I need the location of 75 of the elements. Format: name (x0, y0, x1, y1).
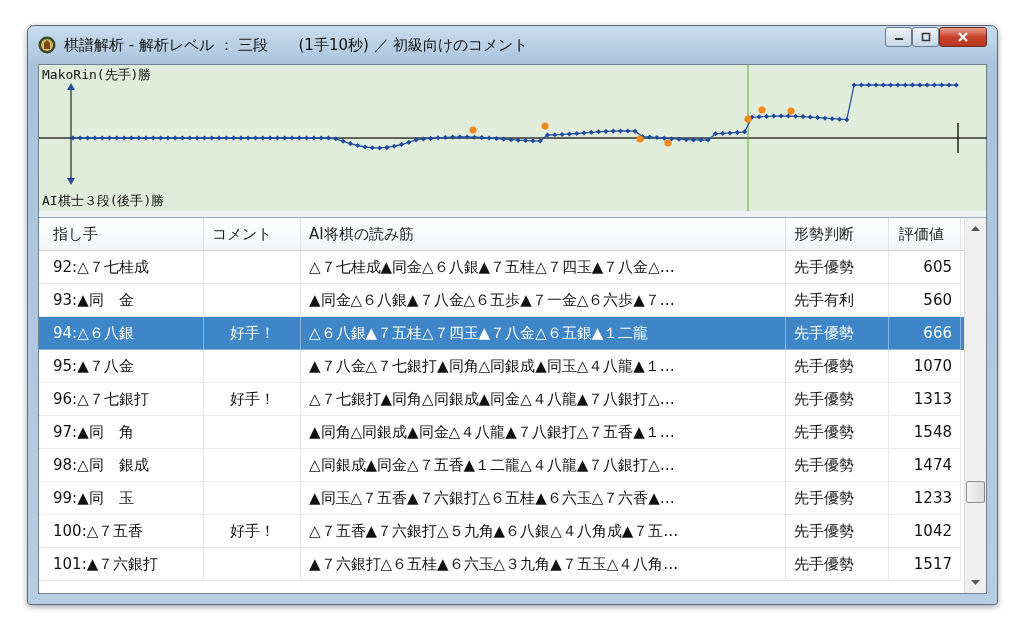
double-arrow-icon (67, 83, 75, 185)
table-cell: △７七銀打▲同角△同銀成▲同金△４八龍▲７八銀打△… (301, 383, 786, 416)
good-move-marker (787, 107, 795, 115)
good-move-marker (664, 139, 672, 147)
table-cell: △６八銀▲７五桂△７四玉▲７八金△６五銀▲１二龍 (301, 317, 786, 350)
table-cell: 1313 (889, 383, 961, 416)
window-title: 棋譜解析 - 解析レベル ： 三段 (1手10秒) ／ 初級向けのコメント (64, 35, 530, 55)
column-header[interactable]: コメント (204, 218, 301, 250)
maximize-button[interactable] (912, 27, 939, 47)
table-cell: 先手優勢 (786, 350, 889, 383)
table-cell: 好手！ (204, 317, 301, 350)
good-move-marker (541, 122, 549, 130)
column-header[interactable]: 形勢判断 (786, 218, 889, 250)
table-cell: ▲同玉△７五香▲７六銀打△６五桂▲６六玉△７六香▲… (301, 482, 786, 515)
table-cell: 1474 (889, 449, 961, 482)
good-move-marker (758, 106, 766, 114)
table-cell: 96:△７七銀打 (39, 383, 204, 416)
table-cell: 先手優勢 (786, 482, 889, 515)
table-cell: ▲７八金△７七銀打▲同角△同銀成▲同玉△４八龍▲１… (301, 350, 786, 383)
app-icon (38, 36, 56, 54)
table-cell: 先手優勢 (786, 449, 889, 482)
table-cell: △７五香▲７六銀打△５九角▲６八銀△４八角成▲７五… (301, 515, 786, 548)
graph-label: AI棋士３段(後手)勝 (42, 192, 165, 210)
table-cell: 98:△同 銀成 (39, 449, 204, 482)
scrollbar-thumb[interactable] (966, 481, 985, 503)
table-cell: 1233 (889, 482, 961, 515)
good-move-marker (636, 135, 644, 143)
maximize-icon (919, 32, 932, 42)
table-cell: 101:▲７六銀打 (39, 548, 204, 581)
column-header[interactable]: AI将棋の読み筋 (301, 218, 786, 250)
scroll-down-icon[interactable] (971, 580, 980, 585)
table-cell: 92:△７七桂成 (39, 251, 204, 284)
graph-label: MakoRin(先手)勝 (42, 66, 152, 84)
table-cell: 97:▲同 角 (39, 416, 204, 449)
table-cell: 666 (889, 317, 961, 350)
table-row[interactable]: 99:▲同 玉 ▲同玉△７五香▲７六銀打△６五桂▲６六玉△７六香▲… 先手優勢 1233 (39, 482, 964, 515)
table-row[interactable]: 96:△７七銀打 好手！ △７七銀打▲同角△同銀成▲同金△４八龍▲７八銀打△… 先手優勢 1313 (39, 383, 964, 416)
table-cell: △同銀成▲同金△７五香▲１二龍△４八龍▲７八銀打△… (301, 449, 786, 482)
table-cell: 先手優勢 (786, 416, 889, 449)
table-cell: ▲７六銀打△６五桂▲６六玉△３九角▲７五玉△４八角… (301, 548, 786, 581)
table-row[interactable]: 97:▲同 角 ▲同角△同銀成▲同金△４八龍▲７八銀打△７五香▲１… 先手優勢 1548 (39, 416, 964, 449)
selected-row[interactable]: 94:△６八銀 好手！ △６八銀▲７五桂△７四玉▲７八金△６五銀▲１二龍 先手優勢 666 (39, 317, 964, 350)
table-cell: 1548 (889, 416, 961, 449)
table-cell: 好手！ (204, 515, 301, 548)
end-tick (957, 122, 959, 154)
table-row[interactable]: 95:▲７八金 ▲７八金△７七銀打▲同角△同銀成▲同玉△４八龍▲１… 先手優勢 1070 (39, 350, 964, 383)
close-button[interactable] (939, 27, 987, 47)
table-row[interactable]: 98:△同 銀成 △同銀成▲同金△７五香▲１二龍△４八龍▲７八銀打△… 先手優勢 1474 (39, 449, 964, 482)
minimize-button[interactable] (885, 27, 912, 47)
table-cell: 先手優勢 (786, 383, 889, 416)
table-cell: 好手！ (204, 383, 301, 416)
table-cell: 94:△６八銀 (39, 317, 204, 350)
table-cell: 先手優勢 (786, 317, 889, 350)
table-cell: 1517 (889, 548, 961, 581)
table-cell: ▲同角△同銀成▲同金△４八龍▲７八銀打△７五香▲１… (301, 416, 786, 449)
table-cell: 100:△７五香 (39, 515, 204, 548)
close-icon (956, 31, 970, 43)
table-cell: 先手優勢 (786, 515, 889, 548)
table-cell: 先手優勢 (786, 548, 889, 581)
table-row[interactable]: 92:△７七桂成 △７七桂成▲同金△６八銀▲７五桂△７四玉▲７八金△… 先手優勢 605 (39, 251, 964, 284)
table-cell: 605 (889, 251, 961, 284)
column-header[interactable]: 指し手 (39, 218, 204, 250)
table-cell: 先手優勢 (786, 251, 889, 284)
table-row[interactable]: 100:△７五香 好手！ △７五香▲７六銀打△５九角▲６八銀△４八角成▲７五… 先手優勢 1042 (39, 515, 964, 548)
column-header[interactable]: 評価値 (889, 218, 961, 250)
table-cell: 95:▲７八金 (39, 350, 204, 383)
table-cell: △７七桂成▲同金△６八銀▲７五桂△７四玉▲７八金△… (301, 251, 786, 284)
table-cell: 99:▲同 玉 (39, 482, 204, 515)
table-cell: 1042 (889, 515, 961, 548)
good-move-marker (744, 115, 752, 123)
good-move-marker (469, 126, 477, 134)
table-cell: 1070 (889, 350, 961, 383)
scroll-up-icon[interactable] (971, 226, 980, 231)
vertical-scrollbar[interactable] (964, 218, 986, 593)
table-row[interactable]: 101:▲７六銀打 ▲７六銀打△６五桂▲６六玉△３九角▲７五玉△４八角… 先手優勢 1517 (39, 548, 964, 581)
